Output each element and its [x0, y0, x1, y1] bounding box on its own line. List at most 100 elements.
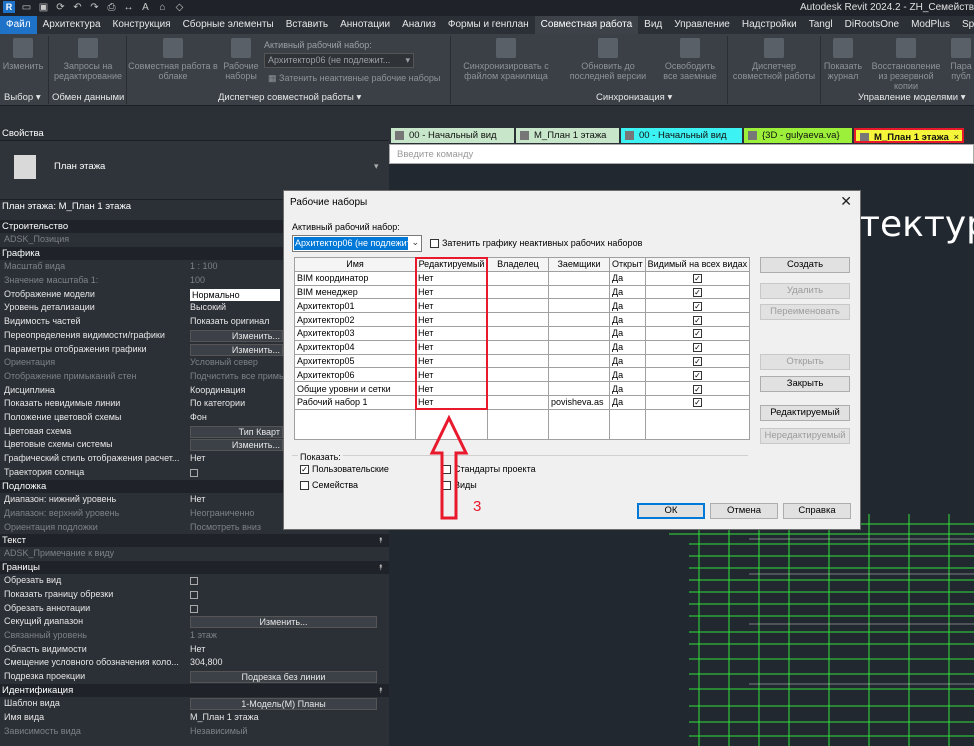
- tab-modplus[interactable]: ModPlus: [905, 16, 956, 34]
- active-workset-select[interactable]: Архитектор06 (не подлежит ⌄: [292, 235, 422, 252]
- active-workset-dropdown[interactable]: Архитектор06 (не подлежит... ▾: [264, 53, 414, 68]
- cancel-button[interactable]: Отмена: [710, 503, 778, 519]
- restore-backup-button[interactable]: Восстановление из резервной копии: [866, 38, 946, 91]
- gray-inactive-checkbox[interactable]: Затенить графику неактивных рабочих набо…: [430, 238, 642, 249]
- families-checkbox[interactable]: Семейства: [300, 480, 358, 491]
- prop-row[interactable]: Обрезать аннотации: [0, 602, 389, 616]
- tab-addins[interactable]: Надстройки: [736, 16, 803, 34]
- table-row[interactable]: Архитектор03 Нет Да ✓: [294, 325, 751, 341]
- panel-manage-models[interactable]: Управление моделями ▾: [858, 92, 966, 103]
- tab-manage[interactable]: Управление: [668, 16, 736, 34]
- prop-row[interactable]: Имя вида M_План 1 этажа: [0, 711, 389, 725]
- prop-row[interactable]: Секущий диапазон Изменить...: [0, 615, 389, 629]
- non-editable-button[interactable]: Нередактируемый: [760, 428, 850, 444]
- reload-latest-button[interactable]: Обновить до последней версии: [560, 38, 656, 81]
- table-row[interactable]: Архитектор02 Нет Да ✓: [294, 312, 751, 327]
- close-icon[interactable]: ✕: [840, 193, 852, 210]
- view-tab[interactable]: M_План 1 этажа: [516, 128, 619, 143]
- tab-view[interactable]: Вид: [638, 16, 668, 34]
- checkbox[interactable]: [190, 468, 198, 477]
- panel-select[interactable]: Выбор ▾: [4, 92, 41, 103]
- tab-annotate[interactable]: Аннотации: [334, 16, 396, 34]
- view-template-button[interactable]: 1-Модель(М) Планы: [190, 698, 377, 710]
- prop-row[interactable]: Шаблон вида 1-Модель(М) Планы: [0, 697, 389, 711]
- print-icon[interactable]: ⎙: [106, 2, 117, 13]
- user-checkbox[interactable]: ✓ Пользовательские: [300, 464, 389, 475]
- tab-file[interactable]: Файл: [0, 16, 37, 34]
- tab-precast[interactable]: Сборные элементы: [177, 16, 280, 34]
- editable-button[interactable]: Редактируемый: [760, 405, 850, 421]
- text-icon[interactable]: A: [140, 2, 151, 13]
- view-tab[interactable]: 00 - Начальный вид: [391, 128, 514, 143]
- visible-checkbox[interactable]: ✓: [692, 274, 702, 284]
- prop-row[interactable]: Обрезать вид: [0, 574, 389, 588]
- table-row[interactable]: BIM координатор Нет Да ✓: [294, 270, 751, 286]
- tab-analyze[interactable]: Анализ: [396, 16, 442, 34]
- visible-checkbox[interactable]: ✓: [692, 315, 702, 325]
- edit-button[interactable]: Изменить...: [190, 344, 283, 356]
- close-button[interactable]: Закрыть: [760, 376, 850, 392]
- col-header-borrowers[interactable]: Заемщики: [548, 257, 610, 272]
- panel-synchronize[interactable]: Синхронизация ▾: [596, 92, 672, 103]
- table-row[interactable]: Рабочий набор 1 Нет povisheva.as Да ✓: [294, 394, 751, 410]
- open-button[interactable]: Открыть: [760, 354, 850, 370]
- table-row[interactable]: Архитектор05 Нет Да ✓: [294, 353, 751, 369]
- show-history-button[interactable]: Показать журнал: [822, 38, 864, 81]
- view-tab-active[interactable]: M_План 1 этажа ×: [854, 128, 964, 143]
- col-header-open[interactable]: Открыт: [609, 257, 646, 272]
- visible-checkbox[interactable]: ✓: [692, 301, 702, 311]
- close-icon[interactable]: ×: [953, 130, 959, 141]
- visible-checkbox[interactable]: ✓: [692, 343, 702, 353]
- tab-structure[interactable]: Конструкция: [107, 16, 177, 34]
- panel-collaboration-manager[interactable]: Диспетчер совместной работы ▾: [218, 92, 361, 103]
- cloud-collaboration-button[interactable]: Совместная работа в облаке: [128, 38, 218, 81]
- table-row[interactable]: Архитектор01 Нет Да ✓: [294, 298, 751, 314]
- section-identity[interactable]: Идентификация ⯭: [0, 684, 389, 697]
- collapse-icon[interactable]: ⯭: [378, 561, 383, 574]
- collapse-icon[interactable]: ⯭: [378, 684, 383, 697]
- table-row[interactable]: Общие уровни и сетки Нет Да ✓: [294, 381, 751, 396]
- tab-collaborate[interactable]: Совместная работа: [534, 16, 639, 34]
- prop-row[interactable]: Показать границу обрезки: [0, 588, 389, 602]
- visible-checkbox[interactable]: ✓: [692, 287, 702, 297]
- help-button[interactable]: Справка: [783, 503, 851, 519]
- section-extents[interactable]: Границы ⯭: [0, 561, 389, 574]
- delete-button[interactable]: Удалить: [760, 283, 850, 299]
- instance-filter[interactable]: План этажа: M_План 1 этажа: [2, 201, 131, 212]
- checkbox[interactable]: [190, 576, 198, 585]
- visible-checkbox[interactable]: ✓: [692, 370, 702, 380]
- view-tab[interactable]: 00 - Начальный вид: [621, 128, 742, 143]
- edit-button[interactable]: Изменить...: [190, 330, 283, 342]
- checkbox[interactable]: [190, 590, 198, 599]
- section-text[interactable]: Текст ⯭: [0, 534, 389, 547]
- col-header-owner[interactable]: Владелец: [487, 257, 549, 272]
- 3d-view-icon[interactable]: ⌂: [157, 2, 168, 13]
- prop-row[interactable]: Область видимости Нет: [0, 643, 389, 657]
- prop-row[interactable]: Смещение условного обозначения коло... 30…: [0, 656, 389, 670]
- tab-massing-site[interactable]: Формы и генплан: [442, 16, 535, 34]
- tab-architecture[interactable]: Архитектура: [37, 16, 107, 34]
- relinquish-all-button[interactable]: Освободить все заемные: [658, 38, 722, 81]
- tab-insert[interactable]: Вставить: [280, 16, 334, 34]
- ok-button[interactable]: ОК: [637, 503, 705, 519]
- table-row[interactable]: Архитектор06 Нет Да ✓: [294, 367, 751, 383]
- worksets-button[interactable]: Рабочие наборы: [220, 38, 262, 81]
- view-tab[interactable]: {3D - gulyaeva.va}: [744, 128, 852, 143]
- command-input[interactable]: Введите команду: [389, 144, 974, 164]
- prop-row[interactable]: Подрезка проекции Подрезка без линии: [0, 670, 389, 684]
- gray-inactive-button[interactable]: ▦ Затенить неактивные рабочие наборы: [268, 73, 440, 84]
- section-icon[interactable]: ◇: [174, 2, 185, 13]
- measure-icon[interactable]: ↔: [123, 2, 134, 13]
- create-button[interactable]: Создать: [760, 257, 850, 273]
- col-header-visible[interactable]: Видимый на всех видах: [644, 257, 751, 272]
- collapse-icon[interactable]: ⯭: [378, 534, 383, 547]
- tab-splugin[interactable]: Splugin: [956, 16, 974, 34]
- edit-button[interactable]: Изменить...: [190, 616, 377, 628]
- synchronize-button[interactable]: Синхронизировать с файлом хранилища: [456, 38, 556, 81]
- visible-checkbox[interactable]: ✓: [692, 398, 702, 408]
- publish-button[interactable]: Пара публ: [948, 38, 974, 81]
- edit-button[interactable]: Подрезка без линии: [190, 671, 377, 683]
- save-icon[interactable]: ▣: [38, 2, 49, 13]
- rename-button[interactable]: Переименовать: [760, 304, 850, 320]
- visible-checkbox[interactable]: ✓: [692, 329, 702, 339]
